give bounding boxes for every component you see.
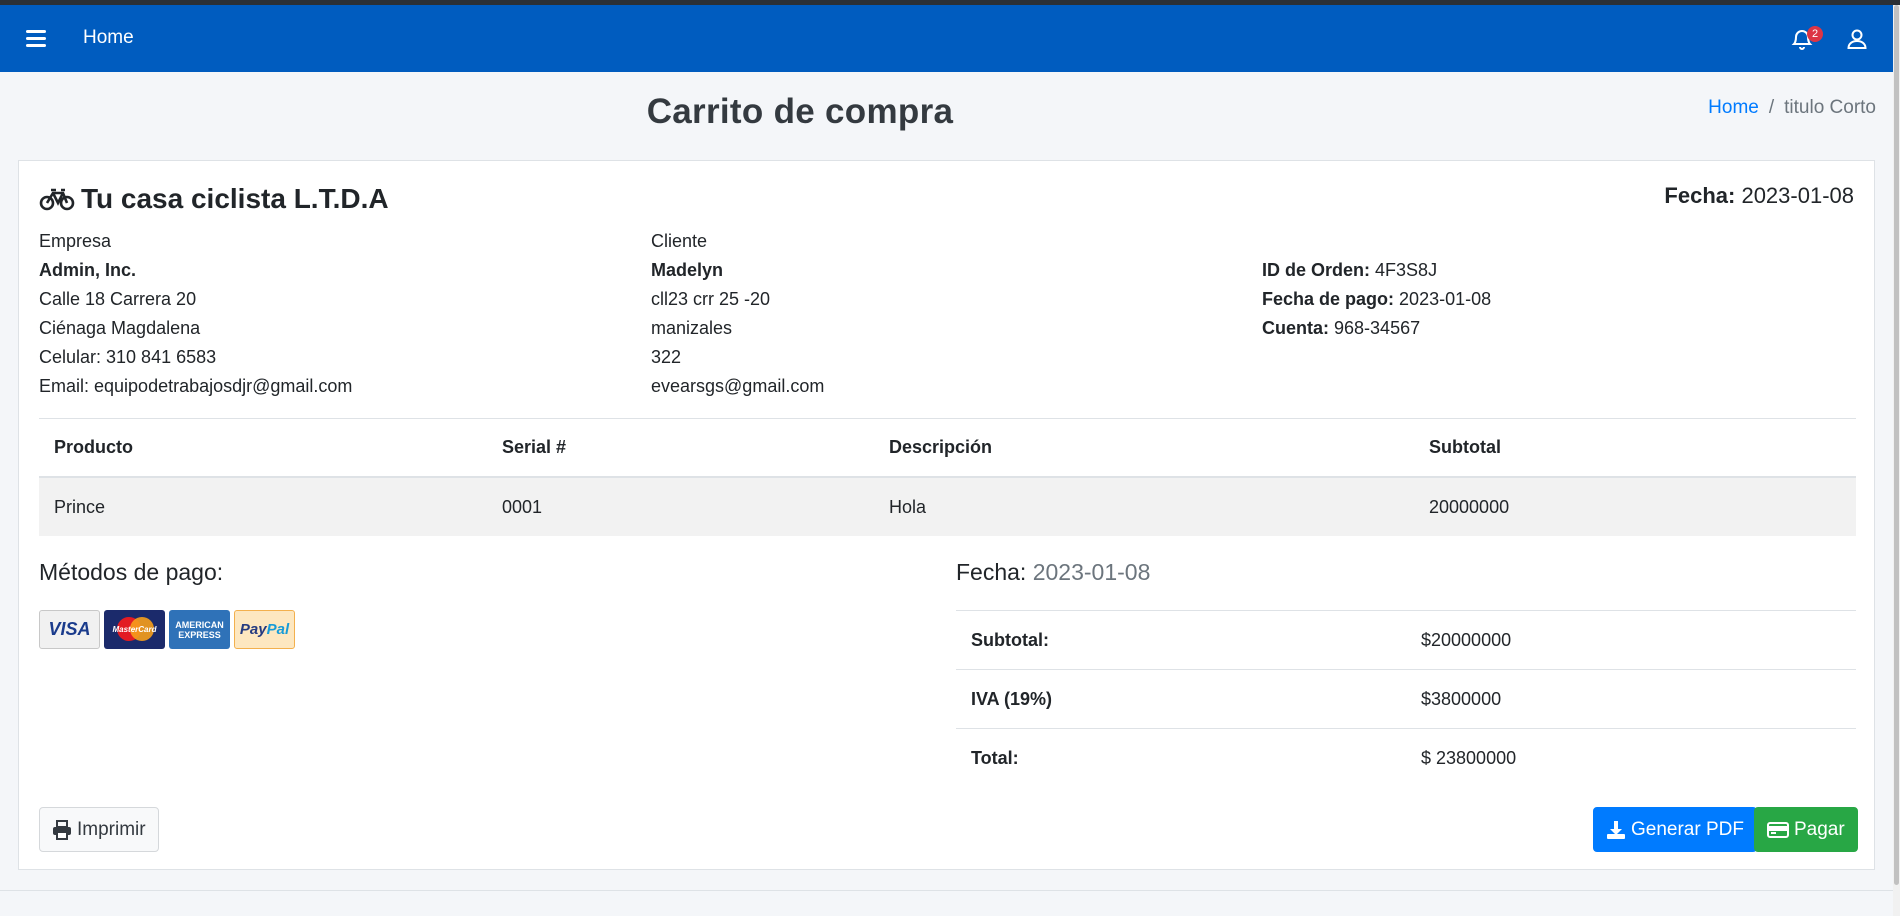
summary-date-value: 2023-01-08	[1032, 559, 1151, 585]
cell-producto: Prince	[39, 477, 487, 536]
company-info-phone: Celular: 310 841 6583	[39, 347, 217, 367]
invoice-date-value: 2023-01-08	[1741, 183, 1854, 208]
summary-total-label: Total:	[956, 728, 1406, 788]
visa-card-icon: VISA	[39, 610, 100, 649]
client-info-heading: Cliente	[651, 231, 708, 251]
company-info-address: Calle 18 Carrera 20	[39, 289, 197, 309]
paypal-icon: PayPal	[234, 610, 295, 649]
pay-button-label: Pagar	[1794, 818, 1845, 840]
company-info-city: Ciénaga Magdalena	[39, 318, 201, 338]
invoice-card: Tu casa ciclista L.T.D.A Fecha: 2023-01-…	[18, 160, 1875, 870]
account-value: 968-34567	[1334, 318, 1421, 338]
user-account-icon[interactable]	[1845, 27, 1869, 51]
mastercard-icon: MasterCard	[104, 610, 165, 649]
printer-icon	[53, 819, 71, 840]
payment-date-label: Fecha de pago:	[1262, 289, 1395, 309]
client-info-city: manizales	[651, 318, 733, 338]
nav-home-link[interactable]: Home	[83, 27, 134, 49]
invoice-date-label: Fecha:	[1664, 183, 1736, 208]
company-heading: Tu casa ciclista L.T.D.A	[39, 183, 389, 215]
generate-pdf-button[interactable]: Generar PDF	[1593, 807, 1757, 852]
breadcrumb: Home / titulo Corto	[1708, 97, 1876, 119]
print-button[interactable]: Imprimir	[39, 807, 159, 852]
cell-subtotal: 20000000	[1414, 477, 1856, 536]
footer-divider	[0, 890, 1893, 891]
col-header-subtotal: Subtotal	[1414, 419, 1856, 478]
download-icon	[1607, 820, 1625, 839]
col-header-producto: Producto	[39, 419, 487, 478]
credit-card-icon	[1767, 821, 1789, 838]
page-scrollbar-thumb[interactable]	[1894, 5, 1899, 885]
summary-row-tax: IVA (19%) $3800000	[956, 669, 1856, 729]
summary-tax-value: $3800000	[1406, 669, 1856, 729]
summary-tax-label: IVA (19%)	[956, 669, 1406, 729]
payment-date-value: 2023-01-08	[1399, 289, 1492, 309]
summary-subtotal-label: Subtotal:	[956, 610, 1406, 670]
summary-row-total: Total: $ 23800000	[956, 728, 1856, 788]
summary-subtotal-value: $20000000	[1406, 610, 1856, 670]
cell-descripcion: Hola	[874, 477, 1414, 536]
summary-title: Fecha: 2023-01-08	[956, 559, 1150, 586]
account-label: Cuenta:	[1262, 318, 1329, 338]
order-id-value: 4F3S8J	[1375, 260, 1438, 280]
items-table-header-row: Producto Serial # Descripción Subtotal	[39, 419, 1856, 478]
summary-row-subtotal: Subtotal: $20000000	[956, 610, 1856, 670]
print-button-label: Imprimir	[77, 818, 146, 840]
client-info-block: Cliente Madelyn cll23 crr 25 -20 manizal…	[651, 227, 824, 401]
summary-date-label: Fecha:	[956, 559, 1027, 585]
col-header-serial: Serial #	[487, 419, 874, 478]
company-info-email: Email: equipodetrabajosdjr@gmail.com	[39, 376, 353, 396]
invoice-date: Fecha: 2023-01-08	[1664, 183, 1854, 209]
pay-button[interactable]: Pagar	[1754, 807, 1858, 852]
summary-table: Subtotal: $20000000 IVA (19%) $3800000 T…	[956, 610, 1856, 788]
top-navbar: Home 2	[0, 5, 1900, 72]
client-info-email: evearsgs@gmail.com	[651, 376, 825, 396]
american-express-icon: AMERICAN EXPRESS	[169, 610, 230, 649]
breadcrumb-current: titulo Corto	[1784, 97, 1876, 118]
company-info-block: Empresa Admin, Inc. Calle 18 Carrera 20 …	[39, 227, 352, 401]
bicycle-icon	[39, 188, 75, 211]
col-header-descripcion: Descripción	[874, 419, 1414, 478]
summary-total-value: $ 23800000	[1406, 728, 1856, 788]
client-info-name: Madelyn	[651, 260, 724, 280]
payment-methods-title: Métodos de pago:	[39, 559, 224, 585]
page-title: Carrito de compra	[646, 92, 954, 131]
generate-pdf-label: Generar PDF	[1631, 818, 1744, 840]
notification-count-badge: 2	[1807, 26, 1823, 42]
cell-serial: 0001	[487, 477, 874, 536]
company-info-name: Admin, Inc.	[39, 260, 137, 280]
company-name: Tu casa ciclista L.T.D.A	[81, 183, 389, 214]
breadcrumb-home-link[interactable]: Home	[1708, 97, 1759, 118]
menu-hamburger-icon[interactable]	[26, 30, 46, 48]
client-info-phone: 322	[651, 347, 682, 367]
breadcrumb-separator: /	[1768, 97, 1775, 118]
order-info-block: ID de Orden: 4F3S8J Fecha de pago: 2023-…	[1262, 256, 1491, 343]
table-row: Prince 0001 Hola 20000000	[39, 477, 1856, 536]
order-id-label: ID de Orden:	[1262, 260, 1371, 280]
company-info-heading: Empresa	[39, 231, 112, 251]
client-info-address: cll23 crr 25 -20	[651, 289, 771, 309]
items-table: Producto Serial # Descripción Subtotal P…	[39, 419, 1856, 536]
payment-methods-logos: VISA MasterCard AMERICAN EXPRESS PayPal	[39, 610, 295, 649]
